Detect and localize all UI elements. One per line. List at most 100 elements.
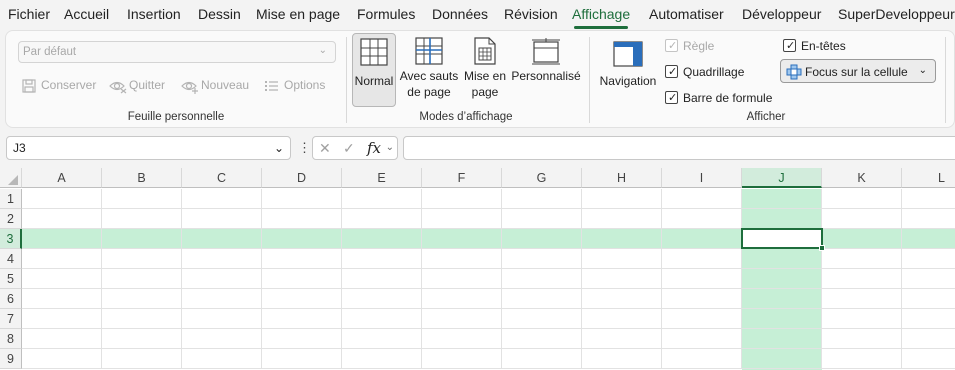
chevron-down-icon[interactable]: ⌄ [386, 142, 394, 153]
select-all-button[interactable] [0, 168, 22, 188]
navigation-button[interactable]: Navigation [596, 33, 660, 107]
column-header-j[interactable]: J [742, 168, 822, 188]
column-header-k[interactable]: K [822, 168, 902, 188]
column-header-e[interactable]: E [342, 168, 422, 188]
row-header-2[interactable]: 2 [0, 209, 22, 229]
cell-e2[interactable] [342, 209, 422, 229]
cell-l5[interactable] [902, 269, 955, 289]
cell-c8[interactable] [182, 329, 262, 349]
cell-a4[interactable] [22, 249, 102, 269]
cell-b1[interactable] [102, 189, 182, 209]
cell-a2[interactable] [22, 209, 102, 229]
cell-a1[interactable] [22, 189, 102, 209]
cell-l4[interactable] [902, 249, 955, 269]
cell-a3[interactable] [22, 229, 102, 249]
sheet-view-dropdown[interactable]: Par défaut ⌄ [18, 41, 336, 63]
cell-l2[interactable] [902, 209, 955, 229]
cell-j7[interactable] [742, 309, 822, 329]
cell-d2[interactable] [262, 209, 342, 229]
tab-affichage[interactable]: Affichage [572, 6, 630, 22]
cell-e6[interactable] [342, 289, 422, 309]
cell-g8[interactable] [502, 329, 582, 349]
cell-h3[interactable] [582, 229, 662, 249]
cell-d7[interactable] [262, 309, 342, 329]
cell-j8[interactable] [742, 329, 822, 349]
cell-f2[interactable] [422, 209, 502, 229]
cell-a5[interactable] [22, 269, 102, 289]
tab-donnees[interactable]: Données [432, 6, 488, 22]
cell-b5[interactable] [102, 269, 182, 289]
name-box[interactable]: J3 ⌄ [6, 136, 291, 160]
tab-accueil[interactable]: Accueil [64, 6, 109, 22]
column-header-g[interactable]: G [502, 168, 582, 188]
custom-views-button[interactable]: Personnalisé [510, 33, 582, 107]
tab-dessin[interactable]: Dessin [198, 6, 241, 22]
cell-b6[interactable] [102, 289, 182, 309]
cell-k7[interactable] [822, 309, 902, 329]
tab-insertion[interactable]: Insertion [127, 6, 181, 22]
cell-c5[interactable] [182, 269, 262, 289]
cell-h4[interactable] [582, 249, 662, 269]
cell-f6[interactable] [422, 289, 502, 309]
cell-j2[interactable] [742, 209, 822, 229]
column-header-i[interactable]: I [662, 168, 742, 188]
row-header-7[interactable]: 7 [0, 309, 22, 329]
cell-k8[interactable] [822, 329, 902, 349]
cell-e7[interactable] [342, 309, 422, 329]
cell-c3[interactable] [182, 229, 262, 249]
cell-g9[interactable] [502, 349, 582, 369]
normal-view-button[interactable]: Normal [352, 33, 396, 107]
cell-e3[interactable] [342, 229, 422, 249]
cell-f9[interactable] [422, 349, 502, 369]
cell-f8[interactable] [422, 329, 502, 349]
cell-g5[interactable] [502, 269, 582, 289]
cell-g7[interactable] [502, 309, 582, 329]
active-cell[interactable] [741, 228, 823, 249]
enter-icon[interactable]: ✓ [343, 140, 355, 157]
chevron-down-icon[interactable]: ⌄ [274, 141, 284, 155]
column-header-h[interactable]: H [582, 168, 662, 188]
tab-superdeveloppeur[interactable]: SuperDeveloppeur [838, 6, 955, 22]
more-options-icon[interactable]: ⋮ [298, 140, 311, 156]
cell-e4[interactable] [342, 249, 422, 269]
cell-a8[interactable] [22, 329, 102, 349]
cell-b4[interactable] [102, 249, 182, 269]
cell-c2[interactable] [182, 209, 262, 229]
cell-i4[interactable] [662, 249, 742, 269]
row-header-8[interactable]: 8 [0, 329, 22, 349]
cell-a9[interactable] [22, 349, 102, 369]
cell-e1[interactable] [342, 189, 422, 209]
cell-h6[interactable] [582, 289, 662, 309]
tab-automatiser[interactable]: Automatiser [649, 6, 724, 22]
cell-g3[interactable] [502, 229, 582, 249]
cell-f3[interactable] [422, 229, 502, 249]
cell-j5[interactable] [742, 269, 822, 289]
page-layout-button[interactable]: Mise en page [462, 33, 508, 107]
insert-function-button[interactable]: fx [367, 139, 381, 157]
cell-e5[interactable] [342, 269, 422, 289]
cell-l3[interactable] [902, 229, 955, 249]
row-header-1[interactable]: 1 [0, 189, 22, 209]
cell-h2[interactable] [582, 209, 662, 229]
cell-k3[interactable] [822, 229, 902, 249]
column-header-a[interactable]: A [22, 168, 102, 188]
cell-l1[interactable] [902, 189, 955, 209]
cell-h1[interactable] [582, 189, 662, 209]
cell-l8[interactable] [902, 329, 955, 349]
cell-j4[interactable] [742, 249, 822, 269]
cell-k1[interactable] [822, 189, 902, 209]
tab-fichier[interactable]: Fichier [8, 6, 50, 22]
cell-j9[interactable] [742, 349, 822, 369]
cell-d3[interactable] [262, 229, 342, 249]
cell-i2[interactable] [662, 209, 742, 229]
cell-f1[interactable] [422, 189, 502, 209]
tab-revision[interactable]: Révision [504, 6, 558, 22]
cell-i9[interactable] [662, 349, 742, 369]
cell-g2[interactable] [502, 209, 582, 229]
cell-g6[interactable] [502, 289, 582, 309]
cell-c4[interactable] [182, 249, 262, 269]
row-header-3[interactable]: 3 [0, 229, 22, 249]
cell-f7[interactable] [422, 309, 502, 329]
cell-c7[interactable] [182, 309, 262, 329]
column-header-d[interactable]: D [262, 168, 342, 188]
